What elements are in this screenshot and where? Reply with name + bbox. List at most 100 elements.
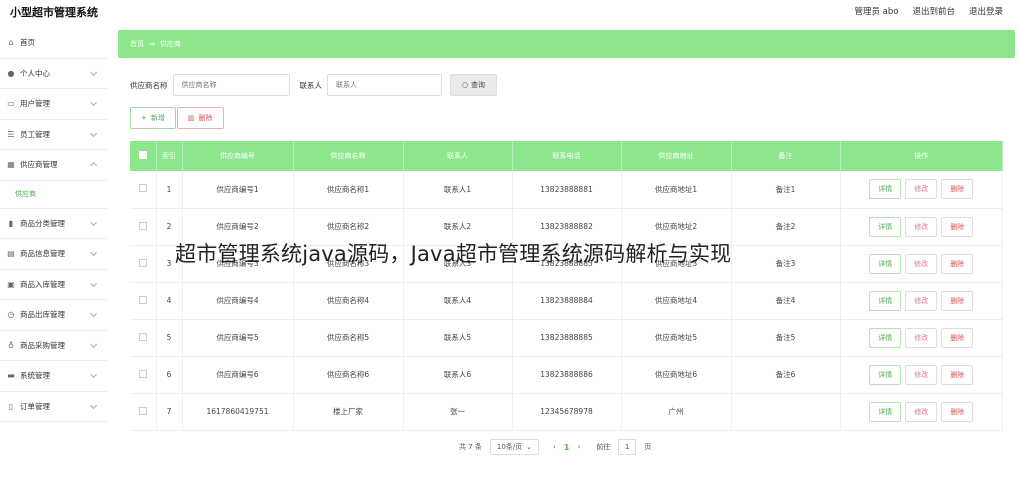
checkbox[interactable] <box>138 184 147 193</box>
delete-button[interactable]: 删除 <box>941 253 974 274</box>
table-row[interactable]: 1 供应商编号1 供应商名称1 联系人1 13823888881 供应商地址1 备注1 详情修… <box>130 171 1003 209</box>
detail-button[interactable]: 详情 <box>869 216 902 237</box>
contact-input[interactable] <box>327 74 442 96</box>
cell-actions: 详情 修改 删除 <box>840 319 1003 357</box>
page-size-select[interactable]: 10条/页 ⌄ <box>489 439 540 455</box>
batch-delete-button[interactable]: ▥ 删除 <box>176 107 224 129</box>
sidebar-item-purchase[interactable]: ♁ 商品采购管理 <box>0 331 108 361</box>
cell-address: 供应商地址6 <box>621 356 732 394</box>
sidebar-item-staff[interactable]: ☰ 员工管理 <box>0 120 108 150</box>
page-size-value: 10条/页 <box>496 443 523 451</box>
breadcrumb-home[interactable]: 首页 <box>130 39 144 49</box>
row-checkbox[interactable] <box>130 245 157 283</box>
supplier-name-label: 供应商名称 <box>130 80 168 90</box>
logout-link[interactable]: 退出登录 <box>969 5 1003 17</box>
sidebar-item-users[interactable]: ▭ 用户管理 <box>0 89 108 120</box>
add-button[interactable]: + 新增 <box>130 107 176 129</box>
detail-button[interactable]: 详情 <box>869 179 902 200</box>
cell-name: 楼上厂家 <box>293 393 404 431</box>
row-checkbox[interactable] <box>130 393 157 431</box>
table-row[interactable]: 7 1617860419751 楼上厂家 张一 12345678978 广州 详情 修改 删除 <box>130 393 1003 431</box>
edit-button[interactable]: 修改 <box>905 253 938 274</box>
sidebar-item-label: 系统管理 <box>20 371 50 381</box>
delete-button[interactable]: 删除 <box>941 401 974 422</box>
checkbox[interactable] <box>138 332 147 341</box>
checkbox[interactable] <box>138 295 147 304</box>
breadcrumb-arrow-icon: → <box>149 40 155 48</box>
frontend-link[interactable]: 退出到前台 <box>912 5 955 17</box>
sidebar-item-system[interactable]: ▬ 系统管理 <box>0 361 108 392</box>
detail-button[interactable]: 详情 <box>869 290 902 311</box>
sidebar-item-supplier[interactable]: ▦ 供应商管理 <box>0 150 108 181</box>
edit-button[interactable]: 修改 <box>905 179 938 200</box>
cell-actions: 详情 修改 删除 <box>840 171 1003 209</box>
order-icon: ▯ <box>8 401 14 411</box>
cell-index: 4 <box>156 282 183 320</box>
goto-page-input[interactable]: 1 <box>618 439 637 455</box>
edit-button[interactable]: 修改 <box>905 290 938 311</box>
sidebar-item-goods[interactable]: ▤ 商品信息管理 <box>0 239 108 270</box>
cell-code: 供应商编号6 <box>182 356 294 394</box>
next-page-icon[interactable]: › <box>577 443 580 451</box>
checkbox[interactable] <box>138 258 147 267</box>
table-row[interactable]: 5 供应商编号5 供应商名称5 联系人5 13823888885 供应商地址5 备注5 详情修… <box>130 319 1003 357</box>
checkbox[interactable] <box>138 406 147 415</box>
edit-button[interactable]: 修改 <box>905 216 938 237</box>
supplier-name-input[interactable] <box>172 74 290 96</box>
cell-actions: 详情 修改 删除 <box>840 208 1003 246</box>
breadcrumb: 首页 → 供应商 <box>118 30 1015 58</box>
sidebar-subitem-supplier[interactable]: 供应商 <box>0 181 108 209</box>
row-checkbox[interactable] <box>130 282 157 320</box>
search-icon: ○ <box>461 81 469 89</box>
sidebar-item-category[interactable]: ▮ 商品分类管理 <box>0 209 108 239</box>
cell-phone: 12345678978 <box>512 393 622 431</box>
search-button-label: 查询 <box>471 81 486 89</box>
table-row[interactable]: 4 供应商编号4 供应商名称4 联系人4 13823888884 供应商地址4 备注4 详情修… <box>130 282 1003 320</box>
sidebar-item-inbound[interactable]: ▣ 商品入库管理 <box>0 270 108 300</box>
sidebar-item-label: 商品分类管理 <box>20 218 65 228</box>
cell-address: 广州 <box>621 393 732 431</box>
checkbox[interactable] <box>138 221 147 230</box>
sidebar-item-orders[interactable]: ▯ 订单管理 <box>0 392 108 422</box>
detail-button[interactable]: 详情 <box>869 253 902 274</box>
cell-note: 备注5 <box>731 319 841 357</box>
outbound-icon: ◷ <box>7 310 15 320</box>
cell-phone: 13823888881 <box>512 171 622 209</box>
col-code: 供应商编号 <box>182 141 294 171</box>
delete-button[interactable]: 删除 <box>941 327 974 348</box>
cell-note: 备注1 <box>731 171 841 209</box>
prev-page-icon[interactable]: ‹ <box>553 443 556 451</box>
row-checkbox[interactable] <box>130 171 157 209</box>
table-row[interactable]: 6 供应商编号6 供应商名称6 联系人6 13823888886 供应商地址6 备注6 详情修… <box>130 356 1003 394</box>
cell-address: 供应商地址5 <box>621 319 732 357</box>
cell-actions: 详情 修改 删除 <box>840 245 1003 283</box>
row-checkbox[interactable] <box>130 208 157 246</box>
table-body: 1 供应商编号1 供应商名称1 联系人1 13823888881 供应商地址1 备注1 详情修… <box>130 171 1003 431</box>
edit-button[interactable]: 修改 <box>905 364 938 385</box>
row-checkbox[interactable] <box>130 319 157 357</box>
sidebar-item-home[interactable]: ⌂ 首页 <box>0 28 108 59</box>
checkbox[interactable] <box>138 369 147 378</box>
delete-button[interactable]: 删除 <box>941 179 974 200</box>
admin-label[interactable]: 管理员 abo <box>854 5 898 17</box>
edit-button[interactable]: 修改 <box>905 401 938 422</box>
detail-button[interactable]: 详情 <box>869 401 902 422</box>
cell-actions: 详情 修改 删除 <box>840 393 1003 431</box>
detail-button[interactable]: 详情 <box>869 364 902 385</box>
sidebar-item-profile[interactable]: ● 个人中心 <box>0 59 108 89</box>
detail-button[interactable]: 详情 <box>869 327 902 348</box>
row-checkbox[interactable] <box>130 356 157 394</box>
chevron-down-icon <box>89 340 98 348</box>
sidebar-item-outbound[interactable]: ◷ 商品出库管理 <box>0 300 108 331</box>
edit-button[interactable]: 修改 <box>905 327 938 348</box>
delete-button[interactable]: 删除 <box>941 364 974 385</box>
delete-button[interactable]: 删除 <box>941 290 974 311</box>
app-title: 小型超市管理系统 <box>10 6 98 19</box>
delete-button[interactable]: 删除 <box>941 216 974 237</box>
sidebar-item-label: 首页 <box>20 38 35 48</box>
current-page[interactable]: 1 <box>564 443 570 452</box>
chevron-down-icon <box>89 309 98 318</box>
col-name: 供应商名称 <box>293 141 404 171</box>
select-all-checkbox[interactable] <box>130 141 157 171</box>
search-button[interactable]: ○ 查询 <box>450 74 497 96</box>
